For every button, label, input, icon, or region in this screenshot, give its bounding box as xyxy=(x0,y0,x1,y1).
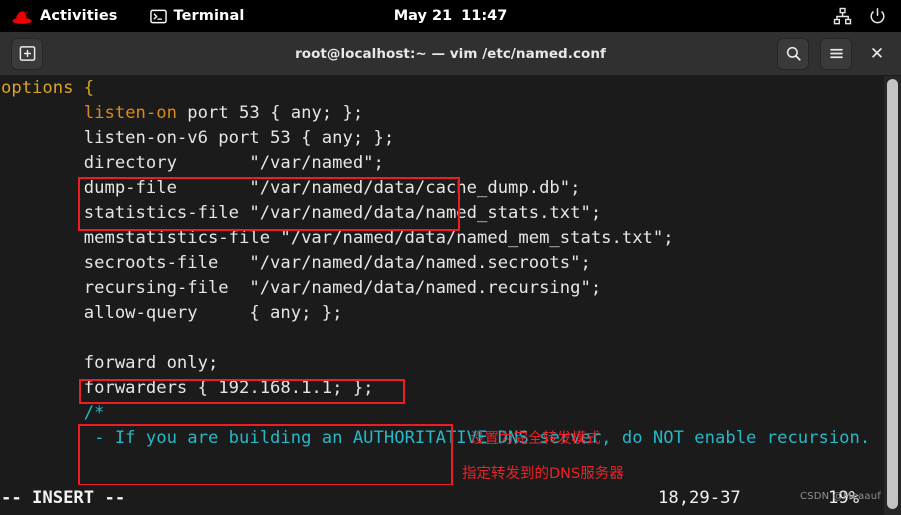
vim-line-segment: forwarders { 192.168.1.1; }; xyxy=(1,378,374,398)
vim-line: listen-on port 53 { any; }; xyxy=(0,101,901,126)
vim-mode-indicator: -- INSERT -- xyxy=(1,488,126,508)
power-icon[interactable] xyxy=(868,7,887,26)
vim-line-segment xyxy=(1,103,84,123)
window-title: root@localhost:~ — vim /etc/named.conf xyxy=(295,45,606,62)
clock-date: May 21 xyxy=(393,8,453,24)
desktop-screen: Activities Terminal May 21 11:47 root@lo… xyxy=(0,0,901,515)
activities-button[interactable]: Activities xyxy=(2,0,127,32)
vim-line: directory "/var/named"; xyxy=(0,151,901,176)
forwarders-note: 指定转发到的DNS服务器 xyxy=(462,466,624,482)
menu-button[interactable] xyxy=(820,37,852,70)
vim-line: /* xyxy=(0,401,901,426)
activities-label: Activities xyxy=(40,7,118,24)
terminal-app-label: Terminal xyxy=(173,7,245,24)
vim-line: listen-on-v6 port 53 { any; }; xyxy=(0,126,901,151)
gnome-top-bar: Activities Terminal May 21 11:47 xyxy=(0,0,901,32)
vim-line-segment: options { xyxy=(1,78,95,98)
vim-status-line: -- INSERT -- 18,29-37 19% xyxy=(0,485,901,515)
watermark: CSDN @Meaauf xyxy=(800,491,881,502)
vim-line-segment: - If you are building an AUTHORITATIVE D… xyxy=(1,428,871,448)
vim-line: dump-file "/var/named/data/cache_dump.db… xyxy=(0,176,901,201)
vim-line-segment: allow-query { any; }; xyxy=(1,303,343,323)
vim-line-segment: memstatistics-file "/var/named/data/name… xyxy=(1,228,674,248)
vim-line: - If you are building an AUTHORITATIVE D… xyxy=(0,426,901,476)
vim-buffer[interactable]: options { listen-on port 53 { any; }; li… xyxy=(0,76,901,476)
vim-line-segment: port 53 { any; }; xyxy=(176,103,364,123)
close-icon: ✕ xyxy=(869,43,885,64)
terminal-content[interactable]: options { listen-on port 53 { any; }; li… xyxy=(0,76,901,515)
network-sitemap-icon[interactable] xyxy=(833,7,852,26)
vim-line: recursing-file "/var/named/data/named.re… xyxy=(0,276,901,301)
close-button[interactable]: ✕ xyxy=(863,40,891,68)
vim-line-segment: secroots-file "/var/named/data/named.sec… xyxy=(1,253,591,273)
new-terminal-button[interactable] xyxy=(11,37,43,70)
vim-line: options { xyxy=(0,76,901,101)
vim-line-segment: forward only; xyxy=(1,353,219,373)
vim-cursor-position: 18,29-37 xyxy=(658,488,741,508)
vim-line-segment: directory "/var/named"; xyxy=(1,153,384,173)
vim-line-segment: listen-on xyxy=(83,103,177,123)
vim-line-segment: recursing-file "/var/named/data/named.re… xyxy=(1,278,602,298)
terminal-icon xyxy=(149,8,167,25)
new-terminal-icon xyxy=(19,45,36,62)
vim-line: allow-query { any; }; xyxy=(0,301,901,326)
terminal-scrollbar[interactable] xyxy=(884,76,901,515)
vim-line: statistics-file "/var/named/data/named_s… xyxy=(0,201,901,226)
terminal-app-menu[interactable]: Terminal xyxy=(141,0,254,32)
scrollbar-thumb[interactable] xyxy=(887,79,898,509)
vim-line-segment: listen-on-v6 port 53 { any; }; xyxy=(1,128,395,148)
vim-line: secroots-file "/var/named/data/named.sec… xyxy=(0,251,901,276)
forward-only-note: 设置为完全转发模式 xyxy=(470,431,601,447)
hamburger-menu-icon xyxy=(828,45,845,62)
vim-line-segment: /* xyxy=(1,403,105,423)
vim-line: memstatistics-file "/var/named/data/name… xyxy=(0,226,901,251)
vim-line-segment: statistics-file "/var/named/data/named_s… xyxy=(1,203,602,223)
clock-time: 11:47 xyxy=(461,8,508,24)
clock-area[interactable]: May 21 11:47 xyxy=(0,0,901,32)
search-icon xyxy=(785,45,802,62)
vim-line: forwarders { 192.168.1.1; }; xyxy=(0,376,901,401)
vim-line: forward only; xyxy=(0,351,901,376)
redhat-logo-icon xyxy=(11,7,33,25)
window-titlebar[interactable]: root@localhost:~ — vim /etc/named.conf ✕ xyxy=(0,32,901,76)
search-button[interactable] xyxy=(777,37,809,70)
system-status-area[interactable] xyxy=(833,0,895,32)
vim-line xyxy=(0,326,901,351)
vim-line-segment: dump-file "/var/named/data/cache_dump.db… xyxy=(1,178,581,198)
